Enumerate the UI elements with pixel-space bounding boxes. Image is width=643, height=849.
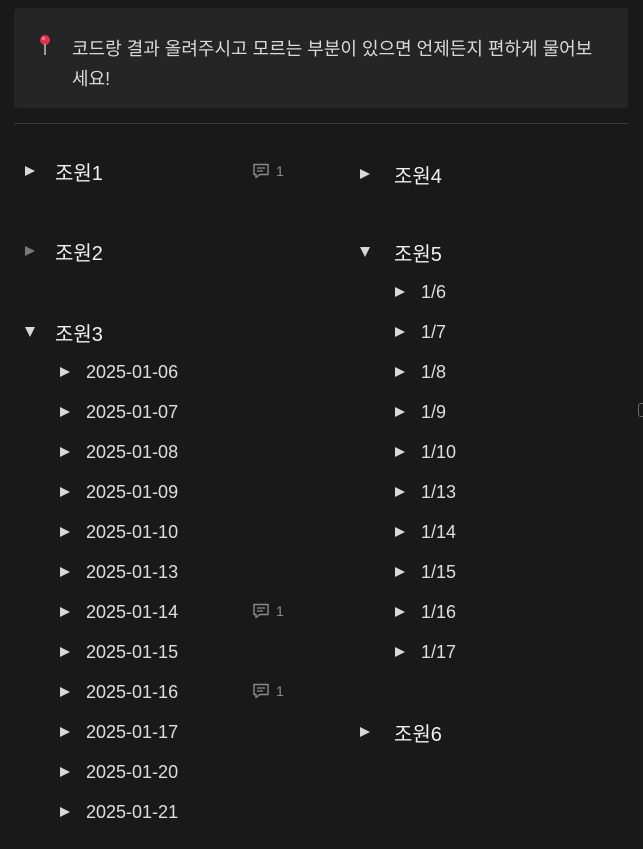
- toggle-label: 조원5: [394, 243, 442, 266]
- toggle-item[interactable]: 1/17: [395, 639, 456, 665]
- comment-icon: [253, 163, 269, 179]
- toggle-item[interactable]: 2025-01-15: [60, 639, 178, 665]
- comment-icon: [253, 683, 269, 699]
- toggle-collapsed-icon[interactable]: [60, 527, 70, 537]
- toggle-label: 조원6: [394, 723, 442, 746]
- toggle-collapsed-icon[interactable]: [25, 166, 35, 176]
- toggle-label: 1/17: [421, 641, 457, 662]
- toggle-label: 1/6: [421, 281, 447, 302]
- toggle-collapsed-icon[interactable]: [395, 487, 405, 497]
- toggle-collapsed-icon[interactable]: [60, 487, 70, 497]
- divider: [14, 123, 628, 124]
- toggle-item[interactable]: 1/7: [395, 319, 446, 345]
- toggle-collapsed-icon[interactable]: [395, 367, 405, 377]
- toggle-label: 2025-01-17: [86, 721, 179, 742]
- toggle-item[interactable]: 2025-01-08: [60, 439, 178, 465]
- toggle-group-4[interactable]: 조원4: [360, 161, 442, 188]
- toggle-label: 1/15: [421, 561, 457, 582]
- toggle-collapsed-icon[interactable]: [395, 527, 405, 537]
- toggle-expanded-icon[interactable]: [360, 247, 370, 257]
- toggle-collapsed-icon[interactable]: [360, 727, 370, 737]
- toggle-label: 2025-01-13: [86, 561, 179, 582]
- toggle-collapsed-icon[interactable]: [60, 447, 70, 457]
- comment-icon: [253, 603, 269, 619]
- toggle-collapsed-icon[interactable]: [395, 647, 405, 657]
- toggle-label: 1/8: [421, 361, 447, 382]
- toggle-collapsed-icon[interactable]: [395, 407, 405, 417]
- toggle-item[interactable]: 1/16: [395, 599, 456, 625]
- toggle-collapsed-icon[interactable]: [60, 407, 70, 417]
- comment-count: 1: [276, 603, 284, 619]
- toggle-item[interactable]: 2025-01-14: [60, 599, 178, 625]
- toggle-label: 조원3: [55, 323, 103, 346]
- callout: 코드랑 결과 올려주시고 모르는 부분이 있으면 언제든지 편하게 물어보세요!: [14, 8, 628, 108]
- toggle-collapsed-icon[interactable]: [60, 607, 70, 617]
- toggle-collapsed-icon[interactable]: [25, 246, 35, 256]
- toggle-collapsed-icon[interactable]: [60, 687, 70, 697]
- toggle-label: 2025-01-20: [86, 761, 179, 782]
- toggle-label: 조원4: [394, 165, 442, 188]
- toggle-item[interactable]: 1/6: [395, 279, 446, 305]
- toggle-item[interactable]: 1/8: [395, 359, 446, 385]
- comment-count: 1: [276, 163, 284, 179]
- toggle-item[interactable]: 1/13: [395, 479, 456, 505]
- toggle-group-6[interactable]: 조원6: [360, 719, 442, 746]
- comment-icon[interactable]: [638, 403, 643, 417]
- toggle-group-5[interactable]: 조원5: [360, 239, 442, 266]
- toggle-label: 1/7: [421, 321, 447, 342]
- toggle-label: 2025-01-08: [86, 441, 179, 462]
- toggle-item[interactable]: 1/9: [395, 399, 446, 425]
- toggle-collapsed-icon[interactable]: [60, 647, 70, 657]
- toggle-label: 2025-01-21: [86, 801, 179, 822]
- toggle-label: 2025-01-10: [86, 521, 179, 542]
- toggle-item[interactable]: 1/14: [395, 519, 456, 545]
- toggle-collapsed-icon[interactable]: [395, 447, 405, 457]
- toggle-label: 2025-01-07: [86, 401, 179, 422]
- toggle-item[interactable]: 2025-01-17: [60, 719, 178, 745]
- toggle-label: 1/13: [421, 481, 457, 502]
- toggle-label: 1/9: [421, 401, 447, 422]
- toggle-item[interactable]: 1/15: [395, 559, 456, 585]
- toggle-label: 1/16: [421, 601, 457, 622]
- toggle-group-1[interactable]: 조원1: [25, 158, 103, 185]
- toggle-item[interactable]: 2025-01-09: [60, 479, 178, 505]
- comment-count: 1: [276, 683, 284, 699]
- toggle-item[interactable]: 2025-01-21: [60, 799, 178, 825]
- toggle-item[interactable]: 2025-01-16: [60, 679, 178, 705]
- toggle-label: 2025-01-14: [86, 601, 179, 622]
- toggle-collapsed-icon[interactable]: [395, 287, 405, 297]
- toggle-label: 1/14: [421, 521, 457, 542]
- toggle-group-3[interactable]: 조원3: [25, 319, 103, 346]
- toggle-label: 조원2: [55, 242, 103, 265]
- toggle-label: 2025-01-16: [86, 681, 179, 702]
- toggle-item[interactable]: 2025-01-06: [60, 359, 178, 385]
- pushpin-icon: [40, 35, 50, 55]
- toggle-item[interactable]: 2025-01-07: [60, 399, 178, 425]
- toggle-collapsed-icon[interactable]: [360, 169, 370, 179]
- toggle-collapsed-icon[interactable]: [60, 767, 70, 777]
- toggle-item[interactable]: 1/10: [395, 439, 456, 465]
- toggle-collapsed-icon[interactable]: [60, 727, 70, 737]
- toggle-label: 1/10: [421, 441, 457, 462]
- toggle-label: 조원1: [55, 162, 103, 185]
- toggle-item[interactable]: 2025-01-13: [60, 559, 178, 585]
- toggle-expanded-icon[interactable]: [25, 327, 35, 337]
- toggle-collapsed-icon[interactable]: [395, 567, 405, 577]
- toggle-group-2[interactable]: 조원2: [25, 238, 103, 265]
- toggle-collapsed-icon[interactable]: [395, 327, 405, 337]
- toggle-collapsed-icon[interactable]: [60, 367, 70, 377]
- comment-indicator[interactable]: 1: [252, 682, 284, 700]
- callout-text: 코드랑 결과 올려주시고 모르는 부분이 있으면 언제든지 편하게 물어보세요!: [72, 39, 593, 89]
- toggle-item[interactable]: 2025-01-10: [60, 519, 178, 545]
- toggle-collapsed-icon[interactable]: [60, 807, 70, 817]
- toggle-label: 2025-01-15: [86, 641, 179, 662]
- toggle-item[interactable]: 2025-01-20: [60, 759, 178, 785]
- comment-indicator[interactable]: 1: [252, 162, 284, 180]
- toggle-label: 2025-01-09: [86, 481, 179, 502]
- toggle-collapsed-icon[interactable]: [395, 607, 405, 617]
- toggle-collapsed-icon[interactable]: [60, 567, 70, 577]
- comment-indicator[interactable]: 1: [252, 602, 284, 620]
- toggle-label: 2025-01-06: [86, 361, 179, 382]
